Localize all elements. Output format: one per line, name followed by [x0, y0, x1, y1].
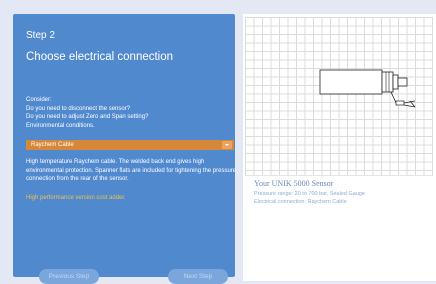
step-title: Choose electrical connection — [26, 51, 174, 63]
divider — [245, 175, 433, 176]
consider-heading: Consider: — [26, 97, 52, 103]
connection-description: High temperature Raychem cable. The weld… — [26, 159, 237, 182]
next-step-button[interactable]: Next Step — [168, 269, 228, 284]
wizard-panel: Step 2 Choose electrical connection Cons… — [13, 14, 237, 284]
step-label: Step 2 — [26, 30, 55, 41]
chevron-down-icon[interactable] — [222, 141, 232, 149]
sensor-drawing — [319, 69, 416, 108]
drawing-grid — [245, 17, 433, 175]
consider-list: Consider: Do you need to disconnect the … — [26, 96, 226, 130]
cost-note: High performance version cost adder. — [26, 195, 126, 201]
product-name: Your UNIK 5000 Sensor — [254, 179, 334, 188]
previous-step-button[interactable]: Previous Step — [39, 269, 99, 284]
pressure-range: Pressure range: 20 to 700 bar, Sealed Ga… — [254, 191, 365, 197]
connection-select[interactable]: Raychem Cable — [26, 140, 234, 150]
electrical-connection: Electrical connection: Raychem Cable — [254, 199, 347, 205]
consider-item: Do you need to adjust Zero and Span sett… — [26, 114, 149, 120]
consider-item: Environmental conditions. — [26, 122, 95, 129]
preview-panel: Your UNIK 5000 Sensor Pressure range: 20… — [243, 14, 436, 281]
connection-select-value: Raychem Cable — [31, 141, 74, 148]
consider-item: Do you need to disconnect the sensor? — [26, 105, 131, 112]
